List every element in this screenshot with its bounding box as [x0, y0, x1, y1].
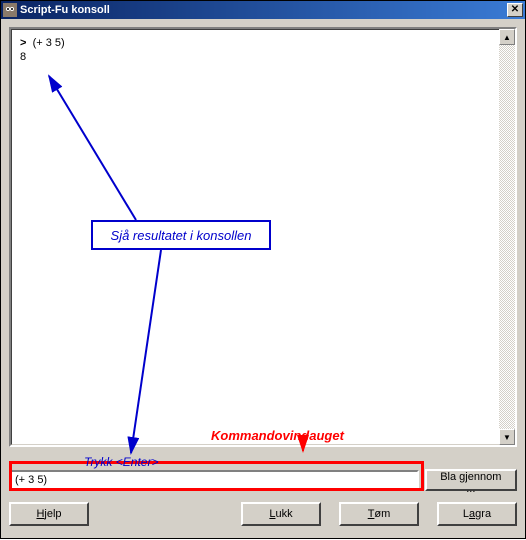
- save-rest: gra: [475, 508, 491, 520]
- help-button[interactable]: Hjelp: [9, 502, 89, 526]
- browse-button[interactable]: Bla gjennom ...: [425, 469, 517, 491]
- scroll-up-icon[interactable]: ▲: [499, 29, 515, 45]
- console-result-line: 8: [20, 50, 506, 64]
- save-button[interactable]: Lagra: [437, 502, 517, 526]
- console-command-text: (+ 3 5): [33, 37, 65, 49]
- scroll-track[interactable]: [499, 45, 515, 429]
- clear-button[interactable]: Tøm: [339, 502, 419, 526]
- client-area: > (+ 3 5) 8 ▲ ▼ Bla gjennom ... Hjelp Lu…: [1, 19, 525, 538]
- scrollbar[interactable]: ▲ ▼: [499, 29, 515, 445]
- console-prompt-line: > (+ 3 5): [20, 36, 506, 50]
- script-fu-console-window: Script-Fu konsoll ✕ > (+ 3 5) 8 ▲ ▼ Bla …: [0, 0, 526, 539]
- clear-rest: øm: [374, 508, 390, 520]
- dialog-buttons: Hjelp Lukk Tøm Lagra: [9, 502, 517, 530]
- command-input[interactable]: [9, 470, 419, 490]
- annotation-result-box: Sjå resultatet i konsollen: [91, 220, 271, 250]
- close-rest: ukk: [276, 508, 293, 520]
- scroll-down-icon[interactable]: ▼: [499, 429, 515, 445]
- browse-button-label: Bla gjennom ...: [440, 471, 501, 495]
- help-rest: jelp: [44, 508, 61, 520]
- prompt-arrow-icon: >: [20, 37, 26, 49]
- window-title: Script-Fu konsoll: [20, 4, 507, 16]
- annotation-cmd-label: Kommandovindauget: [211, 428, 344, 443]
- titlebar: Script-Fu konsoll ✕: [1, 1, 525, 19]
- close-icon[interactable]: ✕: [507, 3, 523, 17]
- annotation-enter-hint: Trykk <Enter>: [84, 455, 158, 469]
- app-icon: [3, 3, 17, 17]
- close-button[interactable]: Lukk: [241, 502, 321, 526]
